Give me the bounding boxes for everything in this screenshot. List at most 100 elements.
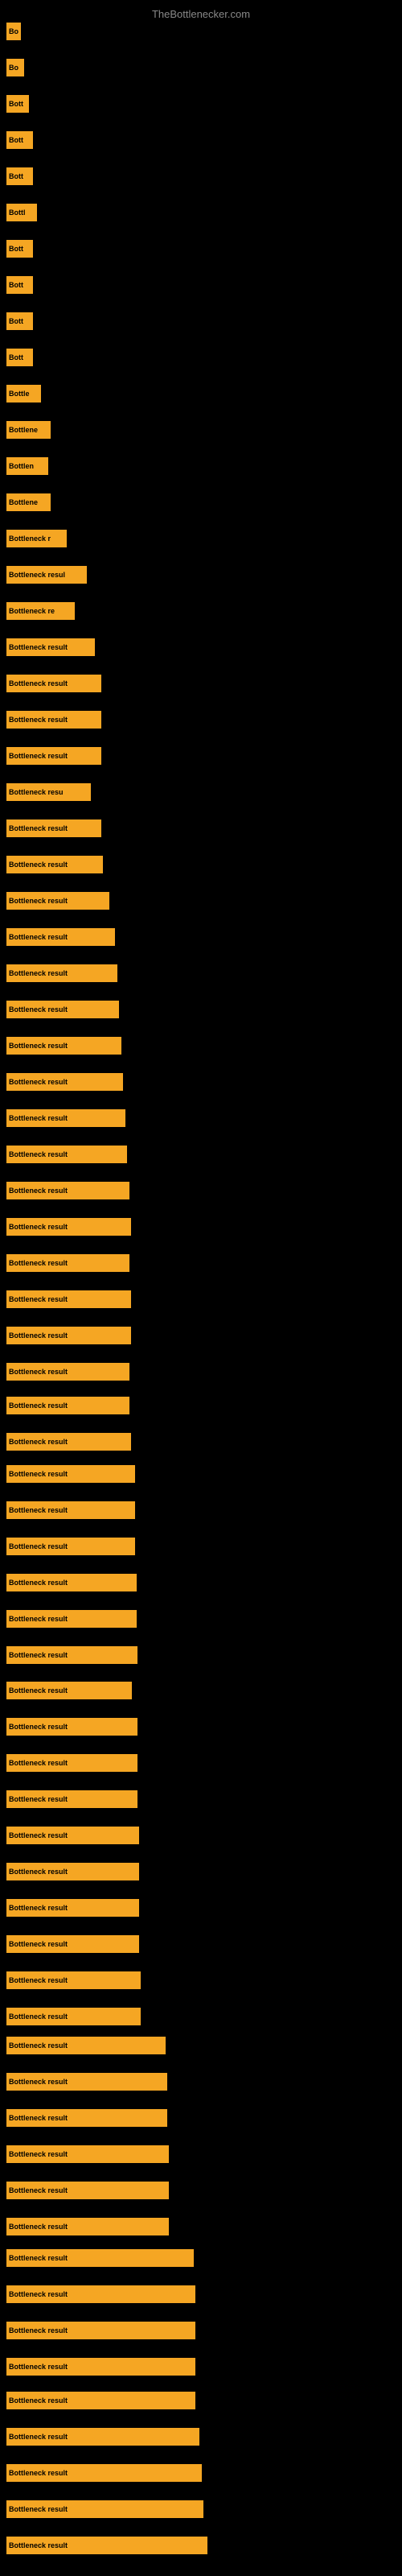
bar-label: Bottleneck result [9,933,68,941]
bar-item: Bottleneck result [6,2037,166,2054]
bar-label: Bott [9,172,23,180]
bar-label: Bottleneck result [9,2150,68,2158]
bar-label: Bottleneck result [9,643,68,651]
bar: Bottleneck result [6,2182,169,2199]
bar-label: Bottleneck result [9,1402,68,1410]
bar-label: Bottleneck result [9,1651,68,1659]
bar-label: Bottl [9,208,26,217]
bar-label: Bott [9,136,23,144]
bar-label: Bottleneck result [9,1187,68,1195]
bar-label: Bottleneck result [9,1868,68,1876]
bar: Bottleneck result [6,1574,137,1591]
bar: Bottleneck result [6,856,103,873]
bar-item: Bottleneck result [6,1290,131,1308]
bar: Bottleneck result [6,2537,207,2554]
bar-item: Bottleneck result [6,928,115,946]
bar-item: Bottleneck result [6,2249,194,2267]
bar: Bottleneck result [6,1754,137,1772]
bar-label: Bottleneck result [9,1223,68,1231]
bar-label: Bottleneck result [9,897,68,905]
bar-label: Bottleneck result [9,2186,68,2194]
bar: Bottleneck result [6,1610,137,1628]
bar-item: Bottleneck result [6,675,101,692]
bar-item: Bottleneck result [6,2464,202,2482]
bar: Bottleneck result [6,819,101,837]
bar: Bottleneck result [6,964,117,982]
bar-item: Bottleneck result [6,1433,131,1451]
bar: Bottleneck result [6,2322,195,2339]
bar: Bottleneck result [6,1109,125,1127]
bar-item: Bottleneck result [6,1610,137,1628]
bar-item: Bott [6,131,33,149]
bar: Bo [6,23,21,40]
bar-label: Bottleneck result [9,1795,68,1803]
bar-item: Bottlene [6,493,51,511]
bar-item: Bottleneck result [6,2145,169,2163]
bar: Bottleneck result [6,638,95,656]
bar: Bottleneck result [6,1501,135,1519]
bar-item: Bottleneck result [6,1037,121,1055]
bar: Bottleneck result [6,2428,199,2446]
bar: Bottle [6,385,41,402]
bar-label: Bottleneck result [9,1542,68,1550]
bar: Bottleneck result [6,892,109,910]
bar-label: Bottleneck result [9,1759,68,1767]
bar: Bottleneck r [6,530,67,547]
bar-item: Bottleneck result [6,2537,207,2554]
bar-label: Bottleneck result [9,1904,68,1912]
bar-item: Bottleneck result [6,856,103,873]
bar: Bottleneck result [6,747,101,765]
bar-label: Bottleneck result [9,2254,68,2262]
bar-label: Bottleneck result [9,2396,68,2405]
bar-item: Bottleneck result [6,1646,137,1664]
bar: Bottleneck result [6,1935,139,1953]
bar-label: Bottleneck result [9,824,68,832]
bar-item: Bottleneck result [6,819,101,837]
bar-item: Bottleneck result [6,1863,139,1880]
bar-label: Bottleneck result [9,1470,68,1478]
bar-item: Bottleneck result [6,1465,135,1483]
bar-item: Bott [6,312,33,330]
bar-label: Bottleneck result [9,1438,68,1446]
bar-item: Bottleneck result [6,1790,137,1808]
bar-label: Bottleneck result [9,2433,68,2441]
bar: Bottleneck result [6,2218,169,2235]
bar: Bott [6,167,33,185]
bar-label: Bottleneck result [9,2363,68,2371]
bar-label: Bottleneck result [9,2469,68,2477]
bar-item: Bo [6,59,24,76]
bar-item: Bottleneck result [6,1327,131,1344]
bar: Bottleneck result [6,1182,129,1199]
bar: Bottleneck result [6,2145,169,2163]
bar-label: Bottleneck r [9,535,51,543]
bar-item: Bottleneck result [6,964,117,982]
bar-label: Bottleneck result [9,1976,68,1984]
bar: Bottleneck result [6,1327,131,1344]
bar: Bottleneck result [6,711,101,729]
bar-label: Bottleneck result [9,1506,68,1514]
bar-item: Bottleneck result [6,747,101,765]
bar: Bottleneck result [6,1718,137,1736]
bar-item: Bottleneck result [6,1538,135,1555]
bar-item: Bottleneck result [6,1146,127,1163]
bar: Bottleneck result [6,675,101,692]
bar: Bottleneck result [6,2249,194,2267]
bar-label: Bottleneck result [9,861,68,869]
bar-item: Bottleneck result [6,1574,137,1591]
bar-item: Bottleneck result [6,1754,137,1772]
bar-item: Bottleneck result [6,2358,195,2376]
bar: Bottleneck result [6,2109,167,2127]
bar: Bottleneck resu [6,783,91,801]
bar: Bottleneck result [6,1682,132,1699]
bar: Bottleneck result [6,1899,139,1917]
bar-label: Bottleneck result [9,716,68,724]
bar-label: Bottleneck result [9,2114,68,2122]
bar-label: Bottleneck result [9,1686,68,1695]
bar-label: Bo [9,64,18,72]
bar-item: Bottleneck result [6,1109,125,1127]
bar-label: Bottleneck result [9,1615,68,1623]
bar-label: Bottleneck result [9,1579,68,1587]
bar-label: Bottleneck result [9,1042,68,1050]
bar-label: Bottleneck result [9,1723,68,1731]
bar: Bott [6,131,33,149]
